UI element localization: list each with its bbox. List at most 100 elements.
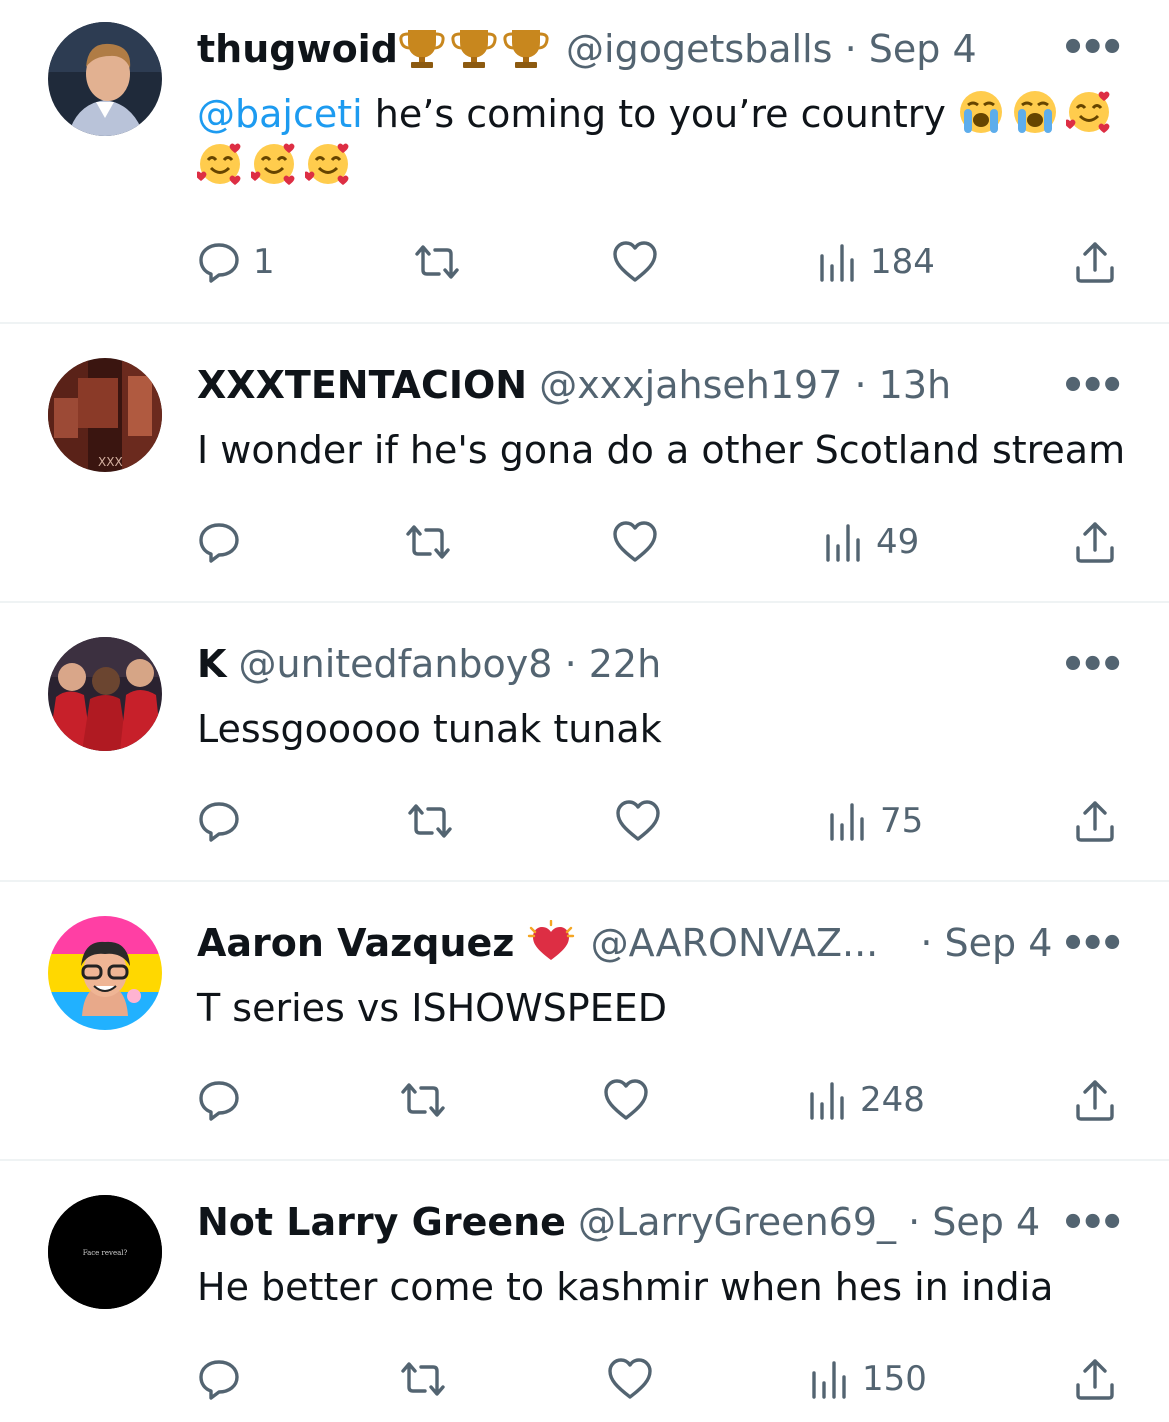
retweet-button[interactable]: [404, 799, 456, 843]
heart-icon: [608, 1358, 652, 1399]
more-options-icon[interactable]: •••: [1060, 645, 1125, 685]
like-button[interactable]: [603, 1078, 649, 1122]
separator-dot: ·: [854, 363, 867, 407]
avatar[interactable]: Face reveal?: [48, 1195, 162, 1309]
trophy-icon: [398, 26, 446, 70]
heart-icon: [613, 241, 657, 282]
reply-icon: [199, 523, 239, 563]
analytics-icon: [820, 244, 854, 282]
avatar[interactable]: XXX: [48, 358, 162, 472]
separator-dot: ·: [908, 1200, 921, 1244]
view-count: 184: [870, 242, 935, 282]
reply-button[interactable]: 1: [197, 240, 275, 284]
separator-dot: ·: [920, 921, 933, 965]
retweet-icon: [401, 1083, 445, 1117]
retweet-icon: [406, 525, 450, 559]
loudly-crying-face-emoji: [1012, 89, 1058, 135]
retweet-button[interactable]: [411, 240, 463, 284]
views-button[interactable]: 75: [828, 799, 923, 843]
share-button[interactable]: [1073, 799, 1117, 843]
more-options-icon[interactable]: •••: [1060, 28, 1125, 68]
trophy-icon: [502, 26, 550, 70]
separator-dot: ·: [844, 27, 857, 71]
tweet-text: He better come to kashmir when hes in in…: [197, 1261, 1127, 1313]
display-name[interactable]: XXXTENTACION: [197, 363, 527, 407]
user-handle[interactable]: @unitedfanboy8: [239, 642, 553, 686]
trophy-icon: [450, 26, 498, 70]
display-name[interactable]: Not Larry Greene: [197, 1200, 566, 1244]
display-name[interactable]: thugwoid: [197, 27, 398, 71]
heart-icon: [604, 1079, 648, 1120]
reply-icon: [199, 802, 239, 842]
avatar[interactable]: [48, 916, 162, 1030]
tweet[interactable]: Face reveal? Not Larry Greene @LarryGree…: [0, 1161, 1169, 1422]
reply-button[interactable]: [197, 1357, 241, 1401]
display-name[interactable]: K: [197, 642, 226, 686]
views-button[interactable]: 184: [818, 240, 935, 284]
user-handle[interactable]: @xxxjahseh197: [539, 363, 842, 407]
timestamp[interactable]: Sep 4: [932, 1200, 1040, 1244]
views-button[interactable]: 150: [810, 1357, 927, 1401]
smiling-face-with-hearts-emoji: [251, 141, 297, 187]
retweet-button[interactable]: [397, 1357, 449, 1401]
user-handle[interactable]: @AARONVAZ...: [591, 921, 879, 965]
share-button[interactable]: [1073, 240, 1117, 284]
smiling-face-with-hearts-emoji: [197, 141, 243, 187]
timestamp[interactable]: Sep 4: [869, 27, 977, 71]
retweet-button[interactable]: [397, 1078, 449, 1122]
tweet-text: I wonder if he's gona do a other Scotlan…: [197, 424, 1157, 476]
timestamp[interactable]: 22h: [589, 642, 661, 686]
tweet-body: I wonder if he's gona do a other Scotlan…: [197, 428, 1126, 472]
user-handle[interactable]: @LarryGreen69_: [578, 1200, 896, 1244]
like-button[interactable]: [607, 1357, 653, 1401]
share-button[interactable]: [1073, 520, 1117, 564]
tweet[interactable]: XXX XXXTENTACION @xxxjahseh197 · 13h •••…: [0, 324, 1169, 602]
share-icon: [1076, 242, 1114, 283]
share-button[interactable]: [1073, 1357, 1117, 1401]
share-icon: [1076, 801, 1114, 842]
avatar[interactable]: [48, 22, 162, 136]
tweet[interactable]: Aaron Vazquez @AARONVAZ... · Sep 4 ••• T…: [0, 882, 1169, 1160]
views-button[interactable]: 49: [824, 520, 919, 564]
view-count: 49: [876, 522, 920, 562]
retweet-button[interactable]: [402, 520, 454, 564]
mention-link[interactable]: @bajceti: [197, 92, 363, 136]
view-count: 150: [862, 1359, 927, 1399]
timestamp[interactable]: Sep 4: [945, 921, 1053, 965]
share-button[interactable]: [1073, 1078, 1117, 1122]
tweet-body: He better come to kashmir when hes in in…: [197, 1265, 1054, 1309]
tweet[interactable]: thugwoid @igogetsballs · Sep 4 ••• @bajc…: [0, 0, 1169, 324]
share-icon: [1076, 1080, 1114, 1121]
user-handle[interactable]: @igogetsballs: [566, 27, 832, 71]
heart-icon: [616, 800, 660, 841]
view-count: 248: [860, 1080, 925, 1120]
more-options-icon[interactable]: •••: [1060, 924, 1125, 964]
tweet-header: Not Larry Greene @LarryGreen69_ · Sep 4: [197, 1199, 1040, 1245]
tweet-header: K @unitedfanboy8 · 22h: [197, 641, 661, 687]
display-name[interactable]: Aaron Vazquez: [197, 921, 514, 965]
share-icon: [1076, 522, 1114, 563]
like-button[interactable]: [612, 240, 658, 284]
reply-button[interactable]: [197, 1078, 241, 1122]
tweet-body: Lessgooooo tunak tunak: [197, 707, 662, 751]
tweet-header: Aaron Vazquez @AARONVAZ... · Sep 4: [197, 920, 1052, 966]
more-options-icon[interactable]: •••: [1060, 1203, 1125, 1243]
like-button[interactable]: [615, 799, 661, 843]
smiling-face-with-hearts-emoji: [1066, 89, 1112, 135]
timestamp[interactable]: 13h: [879, 363, 951, 407]
separator-dot: ·: [564, 642, 577, 686]
tweet-text: Lessgooooo tunak tunak: [197, 703, 1127, 755]
beating-heart-icon: [527, 920, 575, 964]
tweet[interactable]: K @unitedfanboy8 · 22h ••• Lessgooooo tu…: [0, 603, 1169, 881]
like-button[interactable]: [612, 520, 658, 564]
tweet-text: T series vs ISHOWSPEED: [197, 982, 1127, 1034]
reply-icon: [199, 1360, 239, 1400]
reply-button[interactable]: [197, 520, 241, 564]
views-button[interactable]: 248: [808, 1078, 925, 1122]
loudly-crying-face-emoji: [958, 89, 1004, 135]
avatar[interactable]: [48, 637, 162, 751]
view-count: 75: [880, 801, 924, 841]
tweet-body: T series vs ISHOWSPEED: [197, 986, 667, 1030]
reply-button[interactable]: [197, 799, 241, 843]
more-options-icon[interactable]: •••: [1060, 366, 1125, 406]
